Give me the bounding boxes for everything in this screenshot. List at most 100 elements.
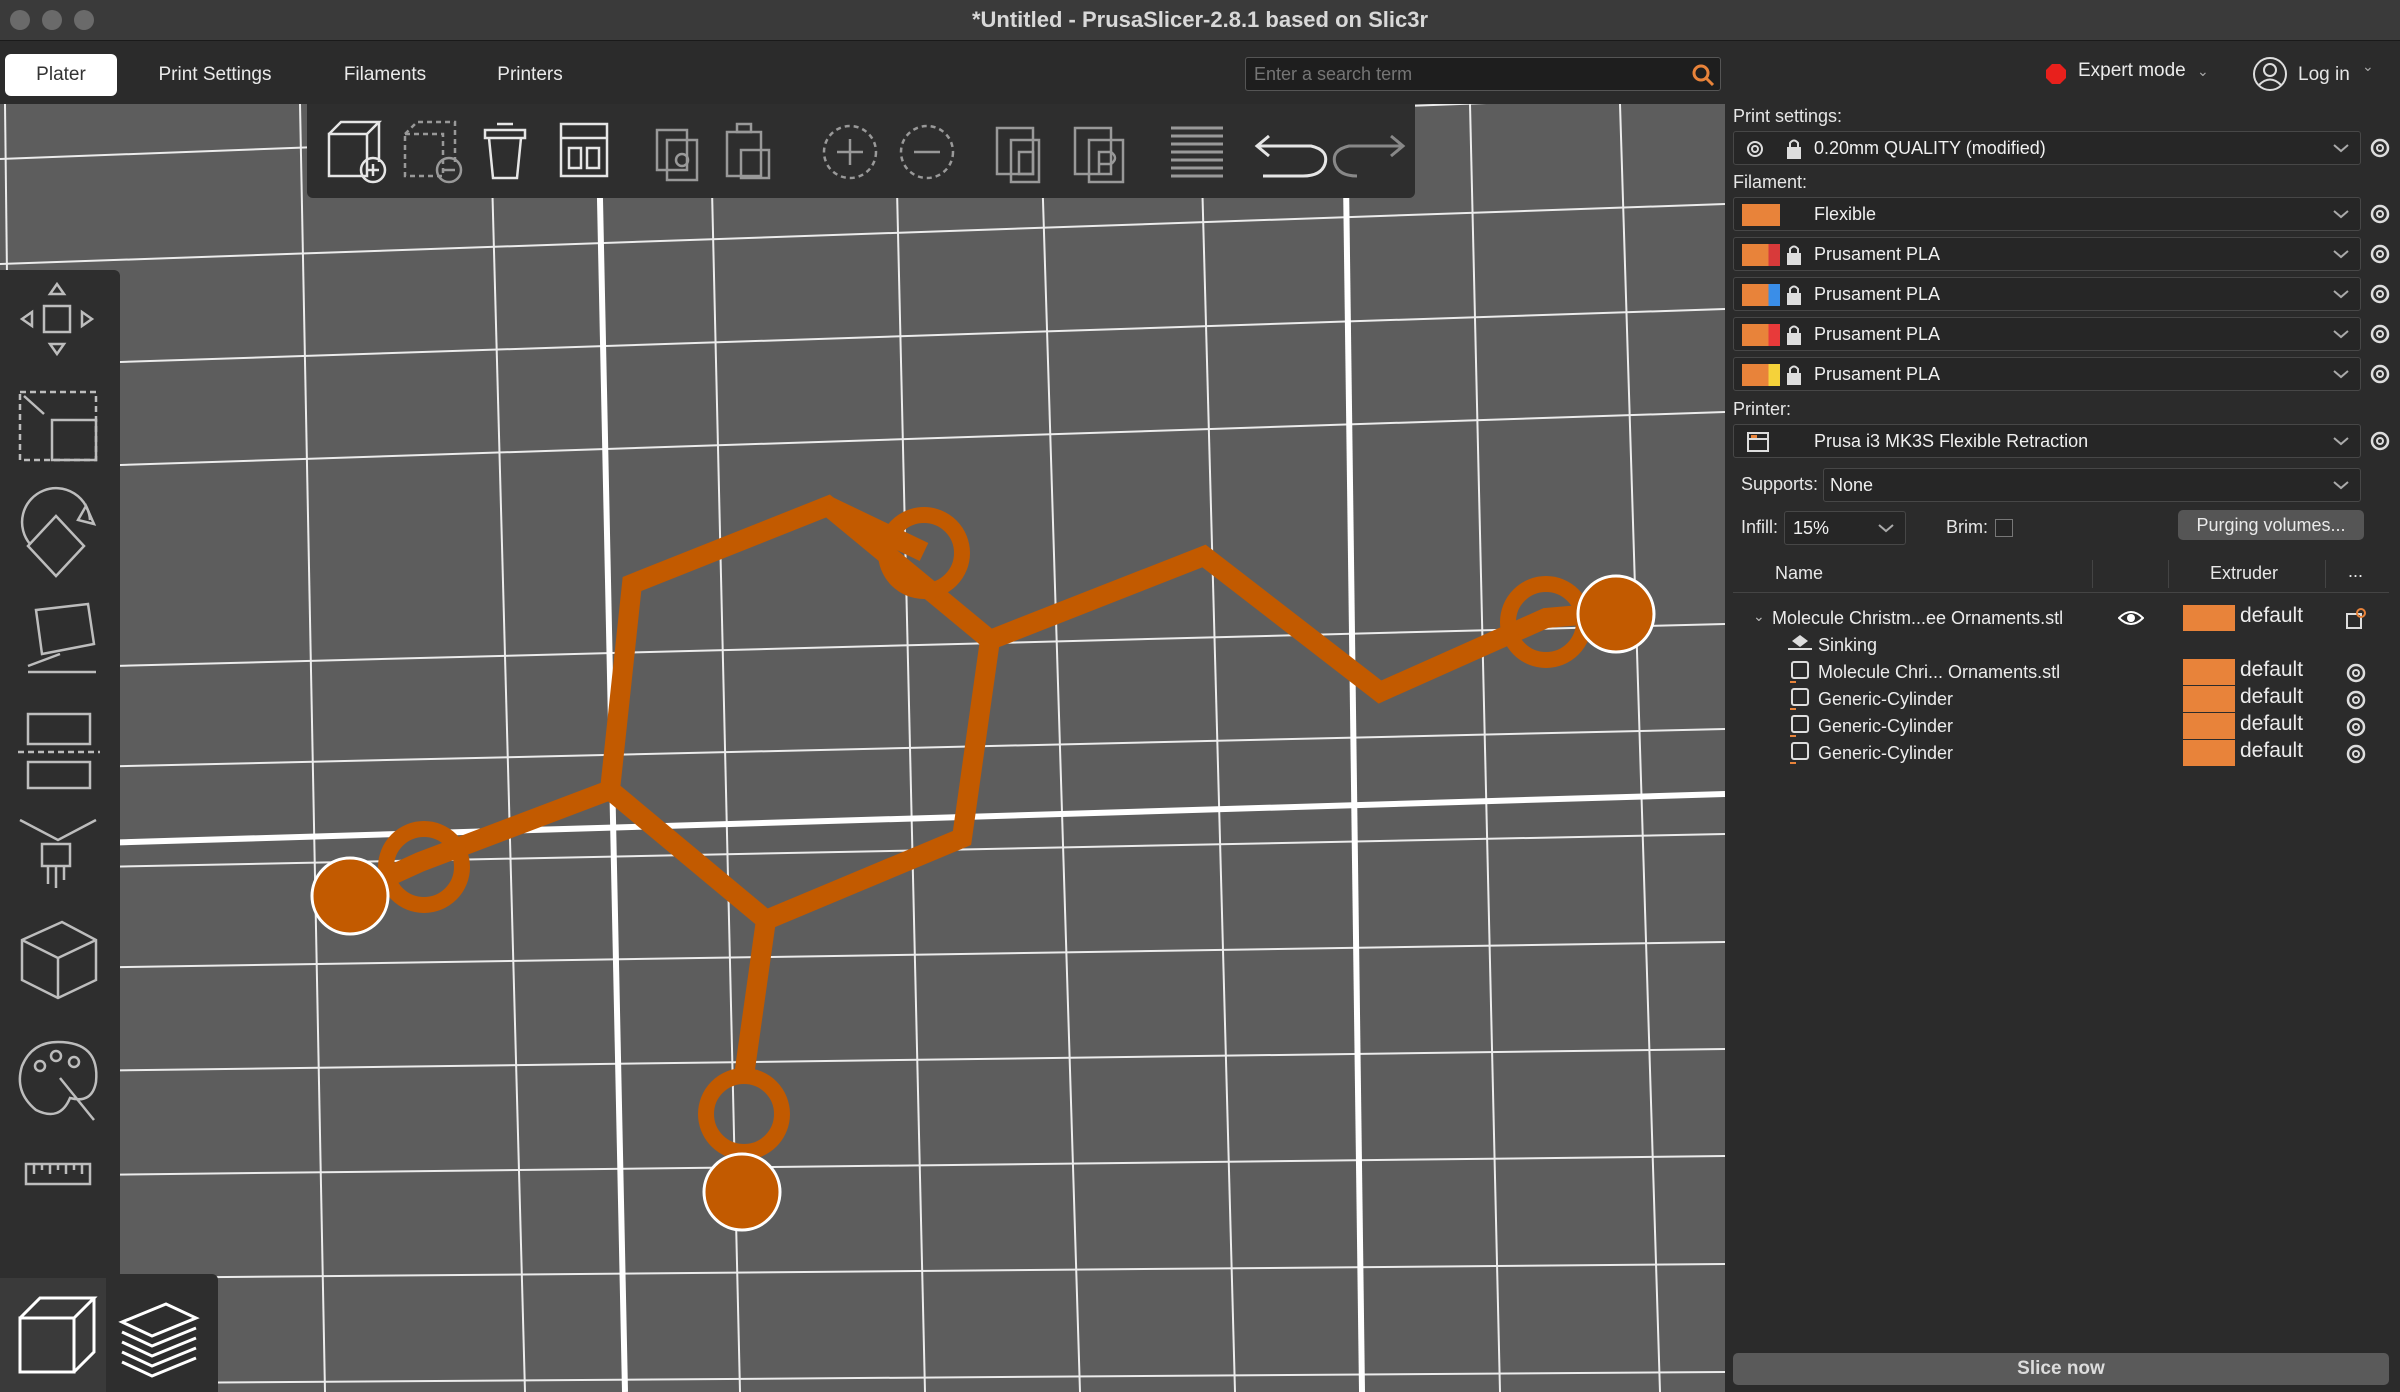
- tab-print-settings[interactable]: Print Settings: [140, 54, 290, 96]
- filament-settings-icon[interactable]: [2368, 242, 2392, 266]
- move-icon[interactable]: [19, 281, 95, 357]
- expert-mode-icon: [2046, 64, 2066, 84]
- user-icon: [2253, 57, 2287, 91]
- slice-now-button[interactable]: Slice now: [1733, 1353, 2389, 1385]
- chevron-down-icon: [2333, 290, 2349, 299]
- tab-plater[interactable]: Plater: [5, 54, 117, 96]
- printer-settings-icon[interactable]: [2368, 429, 2392, 453]
- extruder-swatch[interactable]: [2183, 713, 2235, 739]
- gear-icon[interactable]: [2344, 715, 2368, 739]
- chevron-down-icon: ⌄: [2197, 63, 2209, 79]
- chevron-down-icon: [2333, 481, 2349, 490]
- object-settings-icon[interactable]: [2344, 606, 2368, 630]
- tab-filaments[interactable]: Filaments: [325, 54, 445, 96]
- tab-printers[interactable]: Printers: [480, 54, 580, 96]
- login-label: Log in: [2298, 64, 2350, 85]
- part-row-name[interactable]: Molecule Chri... Ornaments.stl: [1818, 662, 2060, 683]
- infill-value: 15%: [1793, 518, 1830, 538]
- filament-color-swatch: [1742, 364, 1780, 386]
- chevron-down-icon: [2333, 210, 2349, 219]
- filament-name: Prusament PLA: [1814, 364, 1941, 384]
- part-row-name[interactable]: Generic-Cylinder: [1818, 716, 1953, 737]
- delete-all-icon[interactable]: [483, 122, 527, 180]
- extruder-swatch[interactable]: [2183, 605, 2235, 631]
- list-header-divider: [1733, 592, 2389, 593]
- infill-combo[interactable]: 15%: [1784, 511, 1906, 545]
- extruder-swatch[interactable]: [2183, 740, 2235, 766]
- copy-icon[interactable]: [655, 128, 699, 182]
- filament-combo-5[interactable]: Prusament PLA: [1733, 357, 2361, 391]
- view-switcher: [0, 1274, 218, 1392]
- filament-color-swatch: [1742, 244, 1780, 266]
- extruder-value[interactable]: default: [2240, 712, 2303, 736]
- brim-label: Brim:: [1946, 517, 1988, 537]
- search-icon[interactable]: [1690, 62, 1716, 88]
- collapse-icon[interactable]: ⌄: [1753, 608, 1765, 625]
- filament-name: Prusament PLA: [1814, 324, 1941, 344]
- gear-icon: [1747, 141, 1763, 157]
- paint-color-icon[interactable]: [18, 1040, 98, 1121]
- filament-settings-icon[interactable]: [2368, 362, 2392, 386]
- split-objects-icon[interactable]: [995, 126, 1041, 184]
- filament-settings-icon[interactable]: [2368, 202, 2392, 226]
- place-on-face-icon[interactable]: [27, 602, 96, 674]
- brim-checkbox[interactable]: [1995, 519, 2013, 537]
- preview-icon[interactable]: [118, 1302, 200, 1378]
- search-input[interactable]: [1245, 57, 1721, 91]
- molecule-model[interactable]: [0, 104, 1725, 1392]
- extruder-value[interactable]: default: [2240, 739, 2303, 763]
- eye-icon[interactable]: [2118, 608, 2144, 628]
- ruler-icon[interactable]: [24, 1162, 92, 1186]
- extruder-value[interactable]: default: [2240, 685, 2303, 709]
- expert-mode-button[interactable]: Expert mode ⌄: [2078, 60, 2209, 82]
- remove-instance-icon[interactable]: [899, 124, 955, 180]
- filament-combo-3[interactable]: Prusament PLA: [1733, 277, 2361, 311]
- extruder-value[interactable]: default: [2240, 658, 2303, 682]
- chevron-down-icon: [2333, 437, 2349, 446]
- filament-name: Prusament PLA: [1814, 244, 1941, 264]
- gear-icon[interactable]: [2344, 688, 2368, 712]
- rotate-icon[interactable]: [20, 486, 97, 578]
- split-parts-icon[interactable]: [1073, 126, 1125, 184]
- print-settings-label: Print settings:: [1733, 106, 1843, 126]
- column-header-extruder[interactable]: Extruder: [2210, 563, 2278, 584]
- part-row-name[interactable]: Generic-Cylinder: [1818, 743, 1953, 764]
- print-settings-combo[interactable]: 0.20mm QUALITY (modified): [1733, 131, 2361, 165]
- arrange-icon[interactable]: [559, 122, 609, 178]
- redo-icon[interactable]: [1332, 134, 1406, 178]
- object-row-name[interactable]: Molecule Christm...ee Ornaments.stl: [1772, 608, 2063, 629]
- paste-icon[interactable]: [725, 122, 771, 180]
- extruder-value[interactable]: default: [2240, 604, 2303, 628]
- scale-icon[interactable]: [18, 390, 98, 462]
- filament-combo-1[interactable]: Flexible: [1733, 197, 2361, 231]
- add-icon[interactable]: [327, 120, 387, 184]
- lock-icon: [1787, 245, 1801, 265]
- filament-name: Flexible: [1814, 204, 1877, 224]
- measure-icon[interactable]: [20, 920, 98, 1000]
- column-header-more[interactable]: ...: [2348, 561, 2363, 582]
- gear-icon[interactable]: [2344, 742, 2368, 766]
- printer-combo[interactable]: Prusa i3 MK3S Flexible Retraction: [1733, 424, 2361, 458]
- cut-icon[interactable]: [18, 712, 100, 790]
- add-instance-icon[interactable]: [822, 124, 878, 180]
- filament-settings-icon[interactable]: [2368, 282, 2392, 306]
- extruder-swatch[interactable]: [2183, 686, 2235, 712]
- variable-layer-height-icon[interactable]: [1171, 126, 1223, 178]
- purging-volumes-button[interactable]: Purging volumes...: [2178, 510, 2364, 540]
- undo-icon[interactable]: [1254, 134, 1328, 178]
- filament-settings-icon[interactable]: [2368, 322, 2392, 346]
- part-row-name[interactable]: Generic-Cylinder: [1818, 689, 1953, 710]
- top-toolbar: [307, 104, 1415, 198]
- lock-icon: [1787, 365, 1801, 385]
- settings-gear-icon[interactable]: [2368, 136, 2392, 160]
- chevron-down-icon: [2333, 250, 2349, 259]
- filament-combo-4[interactable]: Prusament PLA: [1733, 317, 2361, 351]
- 3d-viewport[interactable]: [0, 104, 1725, 1392]
- paint-supports-icon[interactable]: [19, 818, 97, 888]
- column-header-name[interactable]: Name: [1775, 563, 1823, 584]
- extruder-swatch[interactable]: [2183, 659, 2235, 685]
- filament-combo-2[interactable]: Prusament PLA: [1733, 237, 2361, 271]
- gear-icon[interactable]: [2344, 661, 2368, 685]
- supports-combo[interactable]: None: [1823, 468, 2361, 502]
- delete-icon[interactable]: [403, 120, 463, 184]
